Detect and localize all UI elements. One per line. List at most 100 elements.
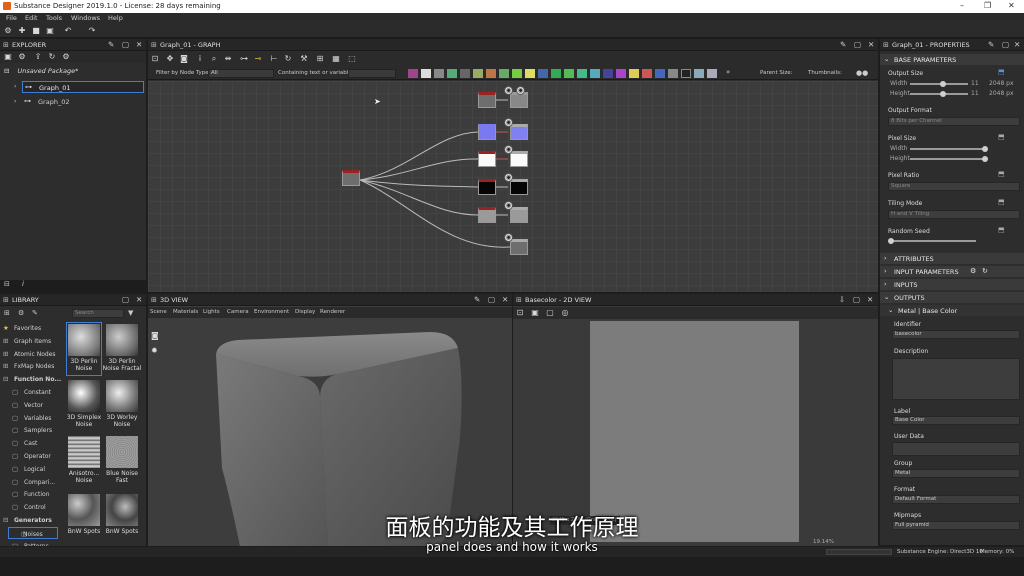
tree-item-graph-02[interactable]: ⊶ Graph_02 — [22, 96, 144, 108]
undo-icon[interactable]: ↶ — [64, 27, 72, 35]
maximize-button[interactable]: ❐ — [984, 1, 991, 10]
filter-input-icon[interactable] — [694, 69, 704, 78]
screenshot-icon[interactable]: ◙ — [180, 55, 188, 63]
section-inputs[interactable]: › INPUTS — [880, 279, 1024, 290]
close-panel-icon[interactable]: ✕ — [868, 40, 874, 49]
pin-icon[interactable]: ✎ — [988, 40, 994, 49]
tiling-mode-field[interactable]: H and V Tiling — [888, 210, 1020, 219]
graph-node-output[interactable] — [510, 151, 528, 167]
pin-icon[interactable]: ✎ — [840, 40, 846, 49]
package-row[interactable]: ⊟ Unsaved Package* — [4, 67, 78, 75]
filter-level-icon[interactable] — [499, 69, 509, 78]
graph-node-output[interactable] — [510, 239, 528, 255]
filter-transform-2d-icon[interactable] — [668, 69, 678, 78]
export-icon[interactable]: ⇩ — [839, 295, 845, 304]
minimize-button[interactable]: – — [960, 1, 964, 10]
filter-atomic-icon[interactable] — [408, 69, 418, 78]
graph-node-source[interactable] — [342, 170, 360, 186]
pixel-height-slider[interactable] — [910, 158, 986, 160]
contains-input[interactable] — [348, 69, 396, 78]
filter-output-icon[interactable] — [681, 69, 691, 78]
new-package-icon[interactable]: ⚙ — [18, 53, 26, 61]
library-category-variables[interactable]: ▢ Variables — [0, 412, 62, 424]
menu-camera[interactable]: Camera — [227, 309, 249, 315]
layout-icon[interactable]: ⊶ — [240, 55, 248, 63]
filter-icon[interactable]: ▼ — [128, 309, 133, 317]
menu-display[interactable]: Display — [295, 309, 315, 315]
library-category-constant[interactable]: ▢ Constant — [0, 386, 62, 398]
gear-icon[interactable]: ⚙ — [970, 267, 976, 275]
float-icon[interactable]: ▢ — [488, 295, 495, 304]
frame-icon[interactable]: ⬚ — [348, 55, 356, 63]
filter-pixel-icon[interactable] — [616, 69, 626, 78]
library-category-vector[interactable]: ▢ Vector — [0, 399, 62, 411]
filter-fx-icon[interactable] — [486, 69, 496, 78]
library-settings-icon[interactable]: ⚙ — [18, 309, 24, 317]
section-outputs[interactable]: ⌄ OUTPUTS — [880, 292, 1024, 303]
pixel-ratio-field[interactable]: Square — [888, 182, 1020, 191]
move-icon[interactable]: ✥ — [166, 55, 174, 63]
save-package-icon[interactable]: ▣ — [4, 53, 12, 61]
filter-gradient-icon[interactable] — [434, 69, 444, 78]
filter-text-icon[interactable] — [590, 69, 600, 78]
snap-icon[interactable]: ⊞ — [316, 55, 324, 63]
graph-node-output[interactable] — [510, 207, 528, 223]
random-seed-knob[interactable] — [888, 238, 894, 244]
close-panel-icon[interactable]: ✕ — [136, 40, 142, 49]
menu-environment[interactable]: Environment — [254, 309, 289, 315]
library-view-icon[interactable]: ⊞ — [4, 309, 10, 317]
filter-hsl-icon[interactable] — [525, 69, 535, 78]
menu-renderer[interactable]: Renderer — [320, 309, 345, 315]
settings-icon[interactable]: ⚙ — [62, 53, 70, 61]
fit-icon[interactable]: ⊡ — [516, 309, 524, 317]
output-item-header[interactable]: ⌄ Metal | Base Color — [880, 305, 1024, 316]
close-window-button[interactable]: ✕ — [1008, 1, 1015, 10]
filter-tile-icon[interactable] — [603, 69, 613, 78]
library-edit-icon[interactable]: ✎ — [32, 309, 38, 317]
filter-warp-icon[interactable] — [512, 69, 522, 78]
library-category-compari[interactable]: ▢ Compari... — [0, 476, 62, 488]
section-base-parameters[interactable]: ⌄ BASE PARAMETERS — [880, 54, 1024, 65]
filter-emboss-icon[interactable] — [642, 69, 652, 78]
graph-canvas[interactable]: ◉ ◉ ◉ ◉ ◉ ◉ ◉ ➤ — [148, 81, 878, 292]
width-slider[interactable] — [910, 83, 968, 85]
section-attributes[interactable]: › ATTRIBUTES — [880, 253, 1024, 264]
close-panel-icon[interactable]: ✕ — [502, 295, 508, 304]
thumb-anisotropic-noise[interactable] — [68, 436, 100, 468]
output-format-field[interactable]: 8 Bits per Channel — [888, 117, 1020, 126]
float-icon[interactable]: ▢ — [122, 295, 129, 304]
library-category-graph-items[interactable]: ⊞ Graph Items — [0, 335, 62, 347]
section-input-parameters[interactable]: › INPUT PARAMETERS ⚙ ↻ — [880, 266, 1024, 277]
refresh-icon[interactable]: ↻ — [48, 53, 56, 61]
graph-node-normal[interactable] — [478, 124, 496, 140]
expand-arrow-icon[interactable]: › — [14, 83, 16, 90]
new-package-icon[interactable]: ⚙ — [4, 27, 12, 35]
filter-curve-icon[interactable] — [473, 69, 483, 78]
float-icon[interactable]: ▢ — [1002, 40, 1009, 49]
library-category-operator[interactable]: ▢ Operator — [0, 450, 62, 462]
save-icon[interactable]: ▣ — [46, 27, 54, 35]
filter-normal-icon[interactable] — [538, 69, 548, 78]
identifier-field[interactable]: basecolor — [892, 330, 1020, 339]
link-param-icon[interactable]: ⬒ — [998, 170, 1005, 178]
graph-node-output[interactable] — [510, 124, 528, 140]
library-category-samplers[interactable]: ▢ Samplers — [0, 424, 62, 436]
link-param-icon[interactable]: ⬒ — [998, 68, 1005, 76]
filter-comment-icon[interactable] — [707, 69, 717, 78]
link-param-icon[interactable]: ⬒ — [998, 198, 1005, 206]
pixel-height-knob[interactable] — [982, 156, 988, 162]
graph-node-output[interactable] — [510, 179, 528, 195]
library-category-atomic-nodes[interactable]: ⊞ Atomic Nodes — [0, 348, 62, 360]
user-data-field[interactable] — [892, 442, 1020, 456]
filter-warning-icon[interactable] — [629, 69, 639, 78]
tree-item-graph-01[interactable]: ⊶ Graph_01 — [22, 81, 144, 93]
graph-node-white[interactable] — [478, 151, 496, 167]
library-category-logical[interactable]: ▢ Logical — [0, 463, 62, 475]
pin-icon[interactable]: ✎ — [108, 40, 114, 49]
format-field[interactable]: Default Format — [892, 495, 1020, 504]
graph-node[interactable] — [478, 207, 496, 223]
link-param-icon[interactable]: ⬒ — [998, 226, 1005, 234]
grid-icon[interactable]: ▦ — [332, 55, 340, 63]
menu-tools[interactable]: Tools — [46, 14, 62, 22]
expand-arrow-icon[interactable]: › — [14, 98, 16, 105]
